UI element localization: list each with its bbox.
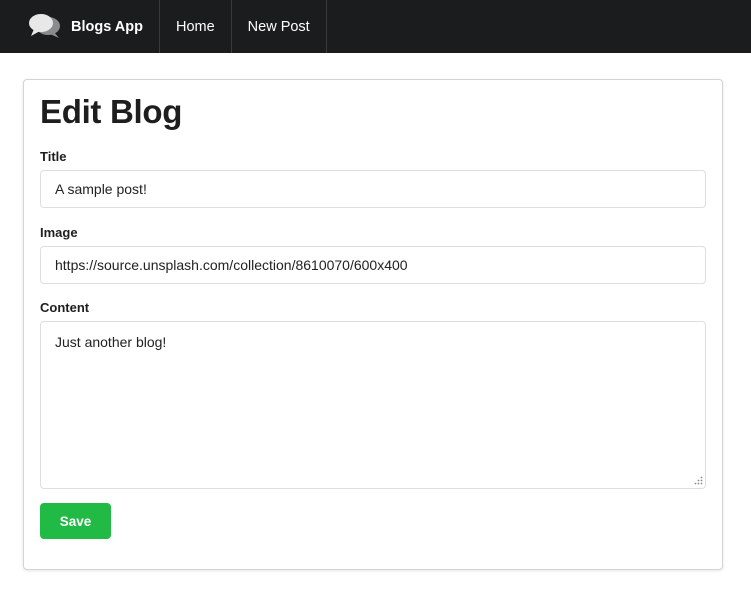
title-label: Title: [40, 149, 67, 164]
title-input[interactable]: [40, 170, 706, 208]
resize-grip-icon[interactable]: [694, 476, 703, 485]
nav-item-new-post[interactable]: New Post: [232, 0, 327, 53]
brand-label: Blogs App: [71, 18, 143, 35]
content-label: Content: [40, 300, 90, 315]
content-textarea[interactable]: Just another blog!: [40, 321, 706, 489]
nav-item-home[interactable]: Home: [160, 0, 232, 53]
image-url-input[interactable]: [40, 246, 706, 284]
brand-link[interactable]: Blogs App: [0, 0, 160, 53]
edit-blog-card: Edit Blog Title Image Content Just anoth…: [23, 79, 723, 570]
nav-item-label: New Post: [247, 18, 310, 35]
image-label: Image: [40, 225, 78, 240]
nav-item-label: Home: [175, 18, 215, 35]
top-navbar: Blogs App Home New Post: [0, 0, 751, 53]
save-button[interactable]: Save: [40, 503, 111, 539]
page-title: Edit Blog: [40, 93, 183, 130]
comments-icon: [28, 13, 62, 41]
